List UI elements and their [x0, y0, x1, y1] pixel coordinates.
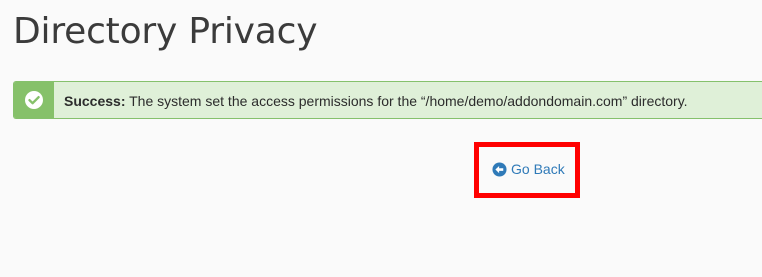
arrow-circle-left-icon	[492, 161, 507, 177]
alert-message: Success: The system set the access permi…	[64, 92, 688, 110]
page: Directory Privacy Success: The system se…	[0, 0, 762, 277]
go-back-label: Go Back	[511, 161, 565, 177]
alert-label: Success:	[64, 93, 126, 109]
alert-icon-box	[14, 82, 54, 118]
page-title: Directory Privacy	[13, 11, 318, 52]
success-alert: Success: The system set the access permi…	[13, 81, 762, 119]
alert-message-text: The system set the access permissions fo…	[125, 93, 688, 109]
go-back-link[interactable]: Go Back	[492, 160, 565, 178]
check-circle-icon	[25, 91, 43, 109]
